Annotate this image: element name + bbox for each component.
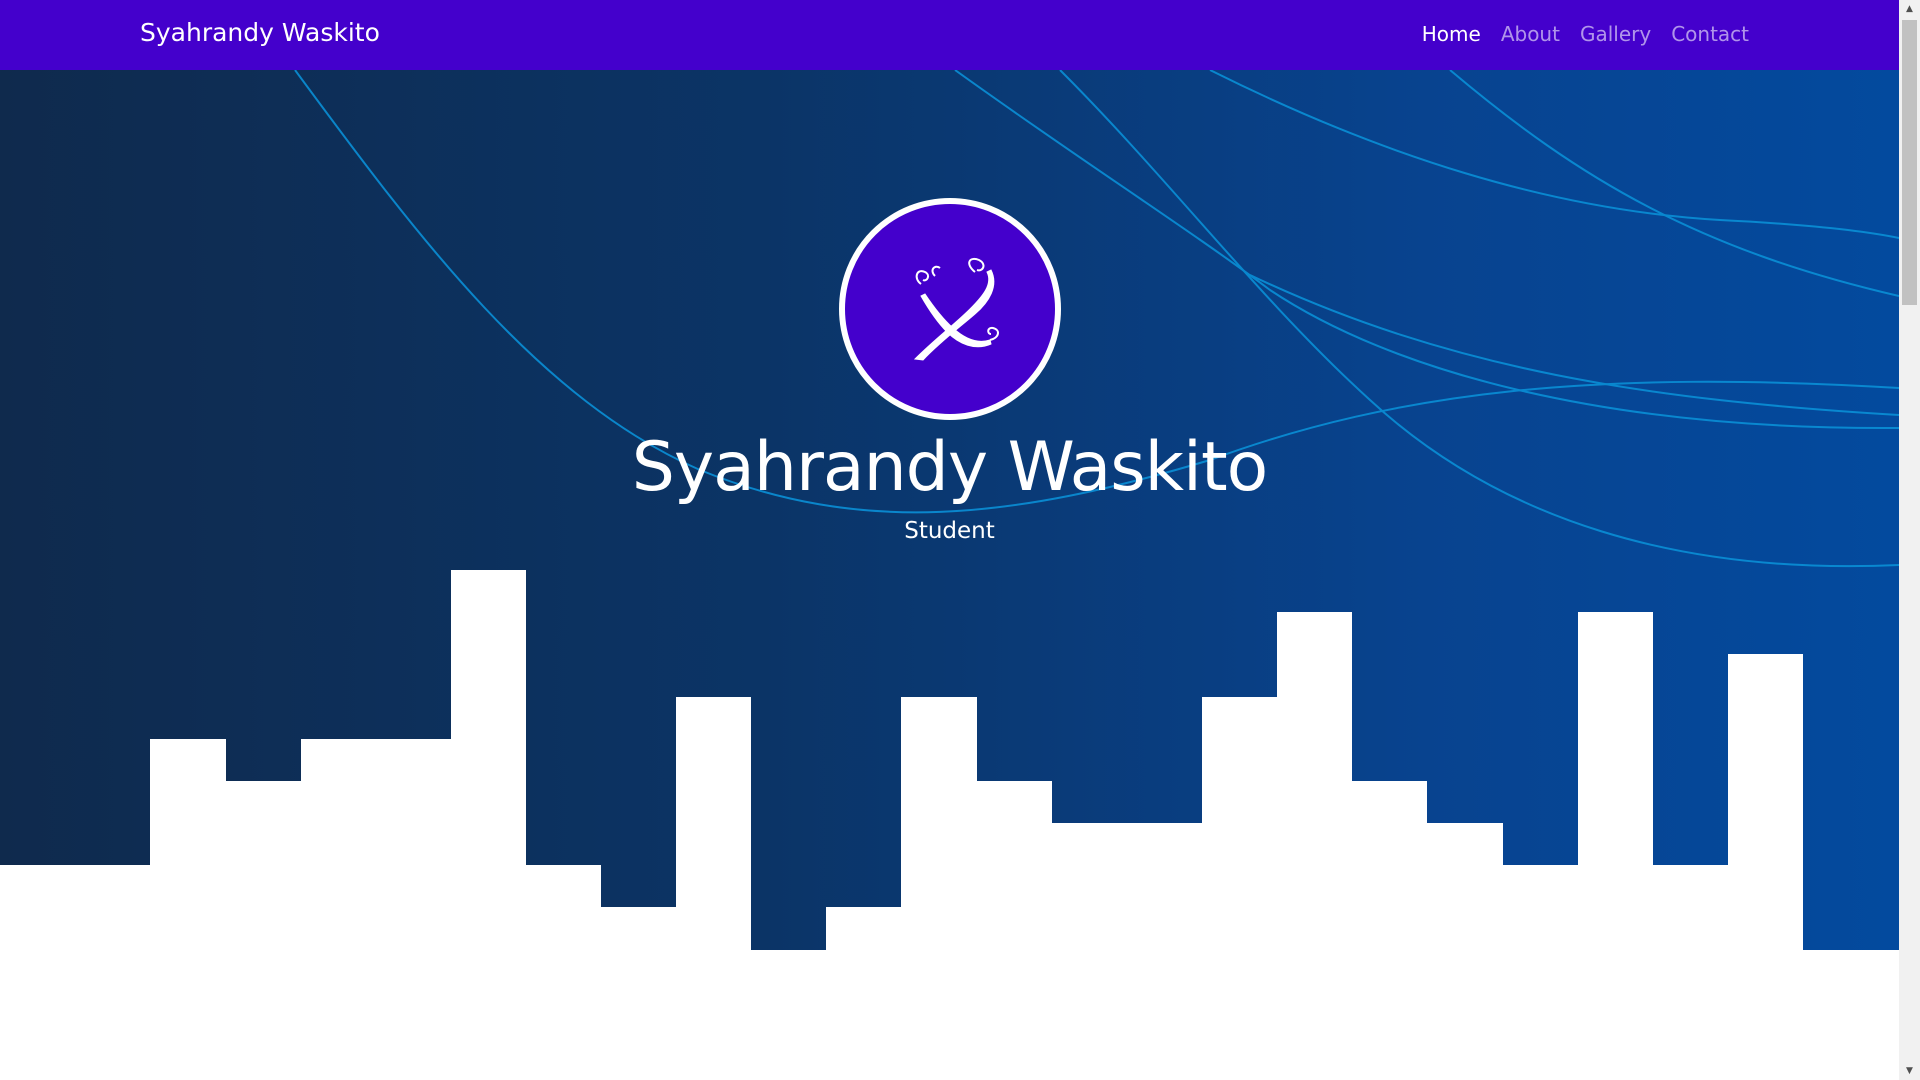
hero-title: Syahrandy Waskito <box>631 428 1268 507</box>
profile-avatar <box>839 198 1061 420</box>
chevron-down-icon[interactable]: ▼ <box>1899 1062 1920 1080</box>
stylized-x-logo-icon <box>913 258 999 361</box>
nav-link-home[interactable]: Home <box>1422 22 1481 46</box>
nav-link-about[interactable]: About <box>1501 22 1560 46</box>
hero-subtitle: Student <box>904 518 995 544</box>
top-navbar: Syahrandy Waskito Home About Gallery Con… <box>0 0 1899 70</box>
nav-link-contact[interactable]: Contact <box>1671 22 1749 46</box>
nav-links: Home About Gallery Contact <box>1422 22 1749 46</box>
page-scrollbar[interactable]: ▲ ▼ <box>1899 0 1920 1080</box>
chevron-up-icon[interactable]: ▲ <box>1899 0 1920 18</box>
nav-link-gallery[interactable]: Gallery <box>1580 22 1651 46</box>
brand-link[interactable]: Syahrandy Waskito <box>140 18 380 47</box>
hero-section: Syahrandy Waskito Student <box>0 70 1899 950</box>
scrollbar-thumb[interactable] <box>1902 20 1917 305</box>
